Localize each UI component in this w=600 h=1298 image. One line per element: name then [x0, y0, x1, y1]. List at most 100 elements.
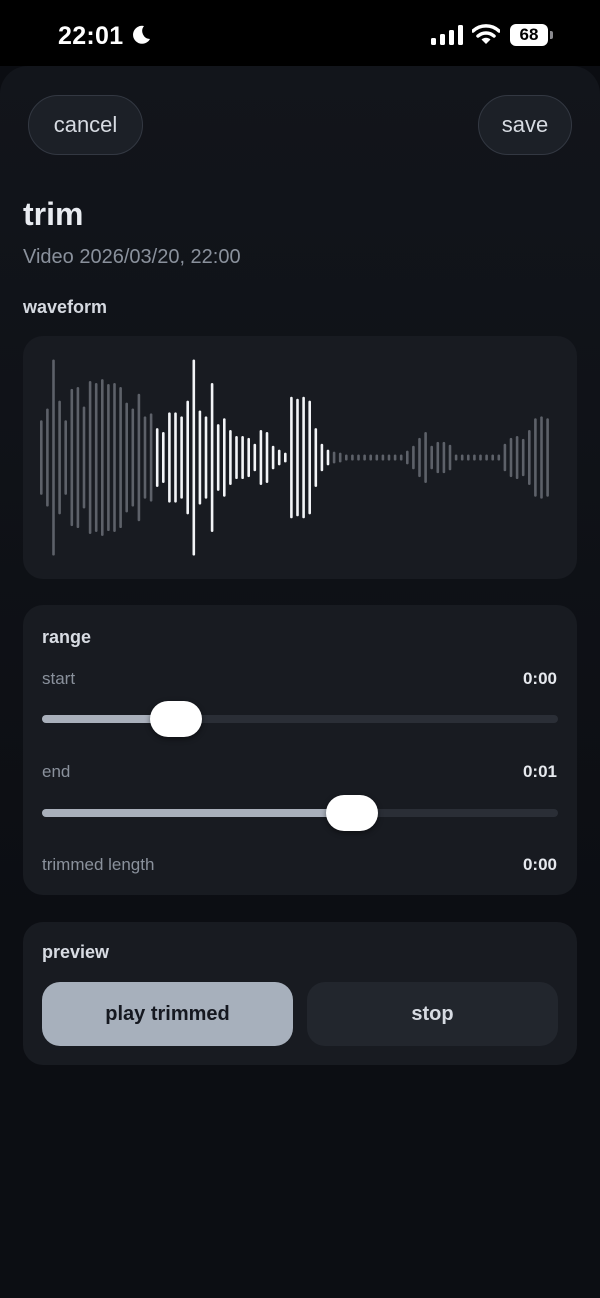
waveform-bar — [125, 402, 128, 513]
play-trimmed-button[interactable]: play trimmed — [42, 982, 293, 1046]
waveform-bar — [460, 454, 464, 461]
waveform-bar — [399, 454, 403, 461]
cellular-signal-icon — [431, 25, 463, 45]
waveform-bar — [515, 435, 519, 480]
waveform-bar — [198, 410, 202, 505]
trimmed-length-value: 0:00 — [522, 855, 557, 874]
waveform-bar — [40, 420, 43, 495]
waveform-bar — [162, 432, 165, 483]
waveform-bar — [393, 454, 397, 461]
waveform-label: waveform — [23, 297, 108, 317]
save-button[interactable]: save — [478, 95, 572, 155]
waveform-bar — [277, 449, 281, 466]
waveform-bar — [521, 438, 525, 477]
waveform-bar — [412, 445, 415, 470]
waveform-bar — [88, 381, 92, 534]
preview-card: preview play trimmed stop — [23, 922, 577, 1065]
waveform-panel — [23, 336, 577, 579]
stop-button[interactable]: stop — [307, 982, 558, 1046]
waveform-bar — [265, 432, 269, 483]
waveform-bar — [302, 396, 305, 519]
status-time: 22:01 — [58, 22, 124, 50]
waveform-bar — [375, 454, 379, 461]
waveform-bar — [82, 406, 86, 509]
waveform-bar — [363, 454, 366, 461]
waveform-bar — [320, 443, 324, 472]
waveform-bar — [119, 386, 122, 529]
waveform-bar — [534, 418, 537, 497]
waveform-bar — [235, 435, 238, 480]
waveform-bar — [296, 398, 299, 517]
waveform-bar — [168, 412, 171, 503]
waveform-bar — [290, 396, 293, 519]
start-value: 0:00 — [522, 669, 557, 688]
start-slider-thumb[interactable] — [150, 701, 203, 737]
waveform-bar — [503, 443, 507, 472]
waveform-bar — [247, 437, 250, 478]
waveform-bar — [381, 454, 385, 461]
waveform-bar — [253, 443, 257, 472]
battery-cap — [550, 31, 553, 39]
waveform-bar — [332, 451, 336, 464]
waveform-bar — [418, 437, 421, 478]
waveform-bar — [338, 452, 342, 463]
waveform-bar — [64, 420, 67, 495]
page-title: trim — [23, 196, 84, 232]
waveform-bar — [131, 408, 135, 507]
waveform-bar — [345, 454, 348, 461]
waveform-bar — [369, 454, 372, 461]
cancel-button[interactable]: cancel — [28, 95, 143, 155]
waveform-bar — [70, 388, 74, 527]
waveform-bar — [210, 383, 214, 532]
waveform-bar — [509, 437, 513, 478]
end-slider-thumb[interactable] — [325, 795, 378, 831]
battery-icon: 68 — [510, 24, 548, 46]
waveform-bar — [174, 412, 177, 503]
waveform-bar — [351, 454, 354, 461]
waveform-bar — [94, 383, 98, 532]
range-title: range — [42, 627, 92, 647]
waveform-bar — [430, 445, 433, 470]
waveform-bar — [180, 416, 183, 499]
waveform-bar — [442, 441, 446, 474]
waveform-bar — [406, 450, 409, 465]
waveform-bar — [485, 454, 488, 461]
range-card: range start 0:00 end 0:01 trimmed length… — [23, 605, 577, 895]
waveform-bar — [497, 454, 501, 461]
waveform-bar — [454, 454, 458, 461]
waveform-bar — [308, 400, 311, 515]
start-slider[interactable] — [42, 701, 558, 737]
waveform-bar — [155, 428, 159, 487]
moon-icon — [133, 25, 150, 44]
waveform-bar — [479, 454, 482, 461]
waveform-bar — [436, 441, 440, 474]
waveform-bar — [271, 445, 275, 470]
waveform-bar — [192, 359, 196, 556]
waveform-bar — [223, 418, 226, 497]
waveform-bar — [52, 359, 55, 556]
waveform-bar — [143, 416, 147, 499]
start-label: start — [42, 669, 76, 688]
waveform-graphic — [40, 359, 549, 556]
end-value: 0:01 — [522, 762, 557, 781]
waveform-bar — [546, 418, 549, 497]
waveform-bar — [314, 428, 318, 487]
waveform-bar — [357, 454, 360, 461]
waveform-bar — [467, 454, 470, 461]
waveform-bar — [107, 384, 110, 531]
waveform-bar — [58, 400, 61, 515]
waveform-bar — [540, 416, 543, 499]
waveform-bar — [137, 393, 141, 522]
waveform-bar — [284, 452, 287, 463]
waveform-bar — [46, 408, 49, 507]
end-label: end — [42, 762, 71, 781]
waveform-bar — [149, 413, 153, 502]
waveform-bar — [491, 454, 494, 461]
preview-title: preview — [42, 942, 110, 962]
waveform-bar — [528, 430, 531, 485]
status-bar: 22:01 68 — [0, 0, 600, 66]
trimmed-length-label: trimmed length — [42, 855, 155, 874]
waveform-bar — [424, 432, 427, 483]
end-slider[interactable] — [42, 795, 558, 831]
waveform-bar — [448, 444, 452, 471]
